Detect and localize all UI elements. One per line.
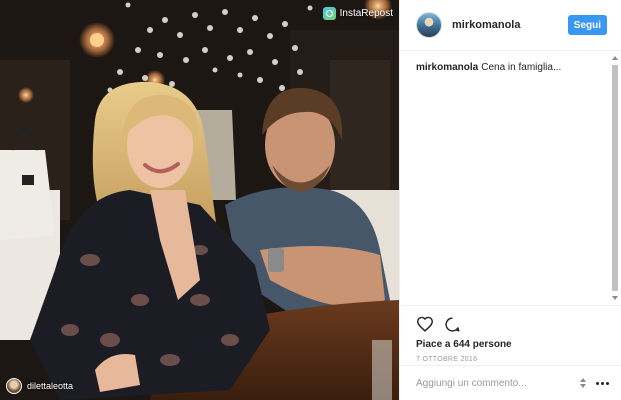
scroll-arrows-icon[interactable]: [578, 377, 588, 389]
instarepost-badge: InstaRepost: [322, 7, 393, 20]
more-options-icon[interactable]: [596, 381, 609, 385]
action-icons: [416, 314, 605, 334]
photo-credit: dilettaleotta: [6, 378, 73, 394]
post-actions: Piace a 644 persone 7 OTTOBRE 2016: [400, 305, 621, 365]
caption-username[interactable]: mirkomanola: [416, 62, 478, 73]
comment-bubble-icon[interactable]: [444, 316, 461, 333]
caption-text: Cena in famiglia...: [481, 62, 562, 73]
scroll-up-arrow-icon[interactable]: [612, 56, 618, 60]
credit-avatar: [6, 378, 22, 394]
heart-icon[interactable]: [416, 316, 434, 332]
credit-username: dilettaleotta: [27, 381, 74, 391]
post-side-panel: mirkomanola Segui mirkomanola Cena in fam…: [399, 0, 621, 400]
likes-count[interactable]: Piace a 644 persone: [416, 339, 605, 350]
comment-input[interactable]: [416, 377, 570, 389]
add-comment-bar: [400, 365, 621, 400]
post-date: 7 OTTOBRE 2016: [416, 356, 478, 363]
avatar[interactable]: [416, 12, 442, 38]
post-viewer: InstaRepost dilettaleotta mirkomanola Se…: [0, 0, 621, 400]
scroll-thumb[interactable]: [612, 65, 618, 291]
follow-button[interactable]: Segui: [567, 15, 607, 35]
post-header: mirkomanola Segui: [400, 0, 621, 51]
comments-scrollbar[interactable]: [611, 53, 620, 303]
photo-illustration: [0, 0, 399, 400]
comments-list: mirkomanola Cena in famiglia...: [400, 51, 621, 305]
instarepost-icon: [322, 7, 336, 20]
caption: mirkomanola Cena in famiglia...: [416, 61, 603, 75]
scroll-down-arrow-icon[interactable]: [612, 296, 618, 300]
post-photo[interactable]: InstaRepost dilettaleotta: [0, 0, 399, 400]
post-username[interactable]: mirkomanola: [452, 19, 568, 31]
instarepost-label: InstaRepost: [339, 8, 393, 19]
